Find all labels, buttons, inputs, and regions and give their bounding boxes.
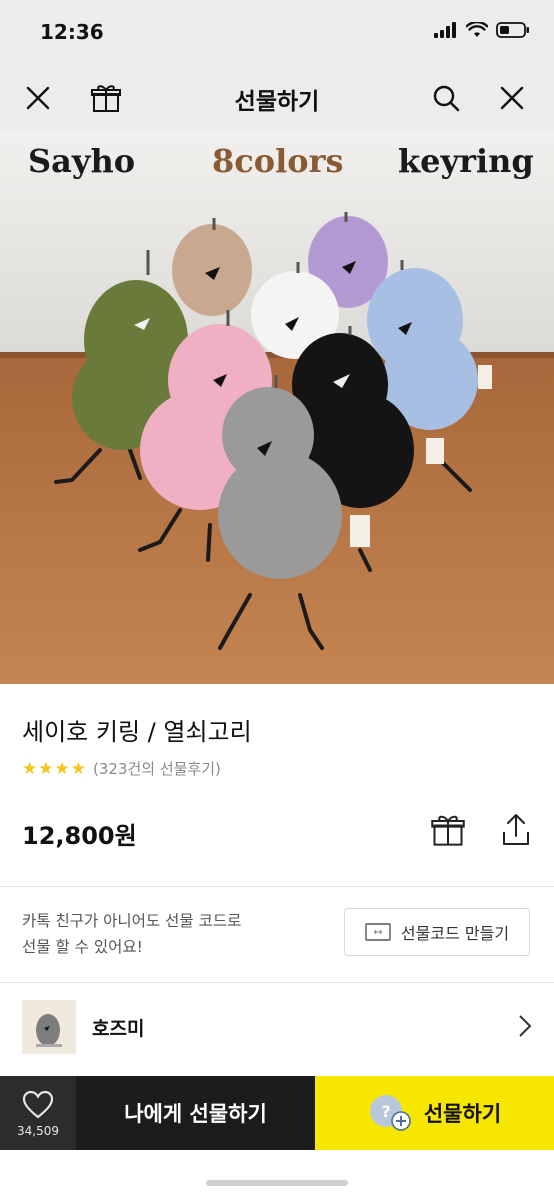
price-actions: [430, 812, 532, 848]
gift-to-myself-button[interactable]: 나에게 선물하기: [76, 1076, 315, 1150]
create-gift-code-label: 선물코드 만들기: [400, 924, 510, 943]
home-indicator-area: [0, 1150, 554, 1200]
review-count: (323건의 선물후기): [92, 760, 221, 778]
gift-wishlist-icon[interactable]: [430, 812, 466, 848]
seller-row[interactable]: 호즈미: [0, 984, 554, 1070]
gift-code-notice-line2: 선물 할 수 있어요!: [22, 938, 143, 956]
create-gift-code-button[interactable]: ** 선물코드 만들기: [344, 908, 530, 956]
product-price: 12,800원: [22, 822, 137, 850]
seller-name: 호즈미: [92, 1018, 145, 1040]
divider: [0, 886, 554, 887]
product-photo: [0, 130, 554, 684]
seller-logo-icon: [36, 1014, 62, 1047]
status-time: 12:36: [40, 20, 104, 44]
star-rating-icon: ★★★★: [22, 758, 87, 779]
hero-text-center: 8colors: [212, 142, 344, 180]
send-gift-button[interactable]: ? 선물하기: [315, 1076, 554, 1150]
divider: [0, 982, 554, 983]
product-hero-image[interactable]: Sayho 8colors keyring: [0, 130, 554, 684]
close-icon: [500, 86, 524, 110]
gift-friend-icon: ?: [369, 1095, 411, 1131]
status-bar: 12:36: [0, 0, 554, 66]
gift-to-myself-label: 나에게 선물하기: [124, 1102, 267, 1126]
search-button[interactable]: [428, 80, 464, 116]
battery-icon: [496, 22, 529, 38]
wifi-icon: [466, 22, 488, 37]
ticket-code-icon: **: [365, 923, 391, 941]
search-icon: [433, 85, 460, 112]
share-icon[interactable]: [500, 812, 532, 848]
top-nav: 선물하기: [0, 66, 554, 130]
status-icons: [434, 22, 530, 38]
home-indicator[interactable]: [206, 1180, 348, 1186]
heart-icon: [22, 1090, 54, 1119]
like-button[interactable]: 34,509: [0, 1076, 76, 1150]
product-rating[interactable]: ★★★★ (323건의 선물후기): [22, 758, 221, 779]
svg-text:?: ?: [381, 1102, 390, 1121]
hero-text-right: keyring: [398, 142, 534, 180]
seller-avatar: [22, 1000, 76, 1054]
svg-text:**: **: [373, 930, 383, 940]
close-page-button[interactable]: [494, 80, 530, 116]
hero-text-left: Sayho: [28, 142, 136, 180]
page-title: 선물하기: [234, 89, 320, 115]
signal-icon: [434, 22, 456, 38]
bottom-action-bar: 34,509 나에게 선물하기 ? 선물하기: [0, 1076, 554, 1150]
product-name: 세이호 키링 / 열쇠고리: [22, 718, 252, 746]
like-count: 34,509: [17, 1124, 59, 1138]
send-gift-label: 선물하기: [423, 1102, 502, 1126]
gift-code-notice-line1: 카톡 친구가 아니어도 선물 코드로: [22, 912, 242, 930]
gift-code-notice: 카톡 친구가 아니어도 선물 코드로 선물 할 수 있어요!: [22, 908, 241, 960]
chevron-right-icon: [519, 1015, 532, 1037]
